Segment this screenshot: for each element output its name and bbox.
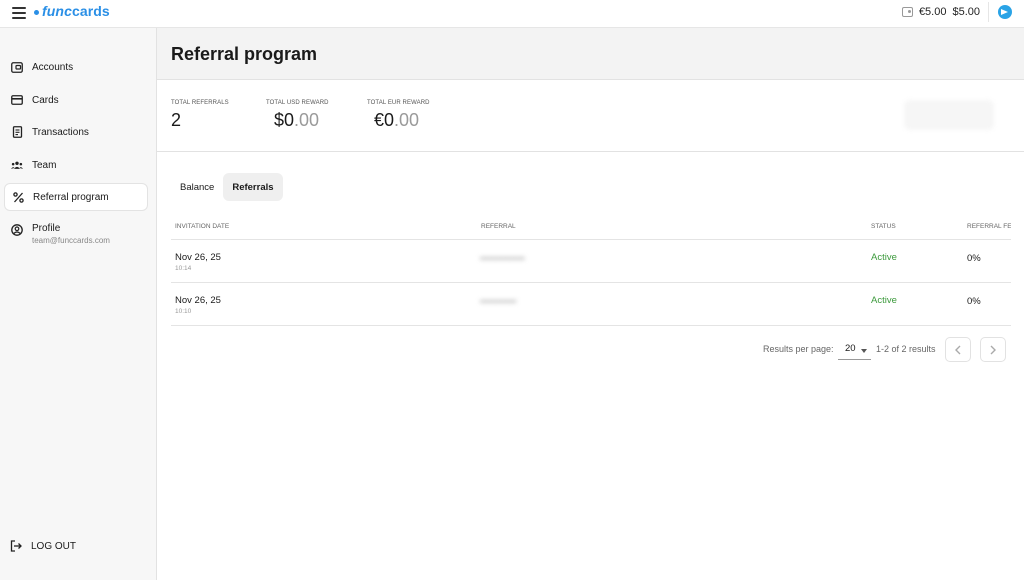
prev-page-button[interactable] — [945, 337, 971, 362]
row-fee: 0% — [967, 296, 981, 307]
table-row: Nov 26, 25 10:14 •••••••••••••••• Active… — [171, 240, 1011, 283]
usd-balance: $5.00 — [952, 6, 980, 18]
column-header-invitation-date: INVITATION DATE — [175, 223, 230, 230]
user-circle-icon — [11, 224, 23, 236]
row-referral: •••••••••••••••• — [480, 254, 525, 263]
stat-total-referrals: TOTAL REFERRALS 2 — [171, 100, 229, 131]
next-page-button[interactable] — [980, 337, 1006, 362]
sidebar-item-label: Transactions — [32, 126, 89, 138]
stat-value-main: $0 — [274, 110, 295, 130]
column-header-referral-fee: REFERRAL FEE — [967, 223, 1011, 230]
logout-icon — [10, 540, 22, 552]
stat-eur-reward: TOTAL EUR REWARD €0.00 — [367, 100, 430, 131]
table-row: Nov 26, 25 10:10 ••••••••••••• Active 0% — [171, 283, 1011, 326]
stat-label: TOTAL EUR REWARD — [367, 100, 430, 106]
logo-func-text: func — [42, 3, 72, 19]
column-header-status: STATUS — [871, 223, 896, 230]
menu-icon[interactable] — [12, 7, 26, 19]
stat-label: TOTAL USD REWARD — [266, 100, 329, 106]
profile-label: Profile — [32, 223, 61, 234]
telegram-icon[interactable] — [998, 5, 1012, 19]
stat-value-decimals: .00 — [394, 110, 420, 130]
row-status: Active — [871, 252, 897, 263]
results-per-page-label: Results per page: — [763, 344, 834, 354]
stat-value: 2 — [171, 110, 182, 130]
sidebar-item-accounts[interactable]: Accounts — [4, 53, 148, 81]
chevron-right-icon — [990, 345, 996, 354]
results-per-page-value: 20 — [845, 343, 856, 354]
row-fee: 0% — [967, 253, 981, 264]
row-time: 10:14 — [175, 265, 192, 272]
logout-button[interactable]: LOG OUT — [10, 540, 76, 552]
profile-email: team@funccards.com — [32, 236, 110, 245]
results-per-page-select[interactable]: 20 — [838, 340, 871, 360]
logo-cards-text: cards — [71, 3, 110, 19]
column-header-referral: REFERRAL — [481, 223, 516, 230]
row-time: 10:10 — [175, 308, 192, 315]
stat-value-main: €0 — [374, 110, 395, 130]
stat-value-decimals: .00 — [294, 110, 320, 130]
team-icon — [11, 159, 23, 171]
row-status: Active — [871, 295, 897, 306]
page-header: Referral program — [157, 28, 1024, 80]
stats-panel: TOTAL REFERRALS 2 TOTAL USD REWARD $0.00… — [157, 81, 1024, 152]
percent-icon — [12, 191, 24, 203]
stat-value: $0.00 — [266, 110, 329, 131]
top-bar: funccards €5.00 $5.00 — [0, 0, 1024, 28]
sidebar-item-cards[interactable]: Cards — [4, 86, 148, 114]
wallet-icon — [901, 7, 913, 17]
caret-down-icon — [861, 349, 867, 353]
tab-balance[interactable]: Balance — [171, 173, 223, 201]
sidebar-item-profile[interactable]: Profile team@funccards.com — [4, 223, 148, 245]
blurred-action-button[interactable] — [904, 100, 994, 130]
stat-value: €0.00 — [367, 110, 430, 131]
eur-balance: €5.00 — [918, 6, 947, 18]
sidebar-item-transactions[interactable]: Transactions — [4, 118, 148, 146]
sidebar-item-label: Referral program — [33, 191, 109, 203]
sidebar-item-team[interactable]: Team — [4, 151, 148, 179]
logo-dot — [34, 9, 39, 15]
table-header: INVITATION DATE REFERRAL STATUS REFERRAL… — [171, 217, 1011, 240]
results-range: 1-2 of 2 results — [876, 344, 936, 354]
sidebar-item-label: Accounts — [32, 61, 74, 73]
wallet-icon — [11, 61, 23, 73]
logout-label: LOG OUT — [31, 540, 77, 552]
chevron-left-icon — [955, 345, 961, 354]
balances: €5.00 $5.00 — [901, 6, 980, 18]
stat-usd-reward: TOTAL USD REWARD $0.00 — [266, 100, 329, 131]
tab-referrals[interactable]: Referrals — [223, 173, 283, 201]
row-date: Nov 26, 25 — [175, 295, 221, 306]
sidebar-item-label: Team — [32, 159, 57, 171]
row-referral: ••••••••••••• — [480, 297, 517, 306]
row-date: Nov 26, 25 — [175, 252, 221, 263]
receipt-icon — [11, 126, 23, 138]
divider — [988, 2, 989, 22]
sidebar: Accounts Cards Transactions Team Referra… — [0, 28, 157, 580]
tabs: Balance Referrals — [171, 173, 283, 201]
stat-label: TOTAL REFERRALS — [171, 100, 229, 106]
page-title: Referral program — [171, 44, 318, 64]
referrals-table: INVITATION DATE REFERRAL STATUS REFERRAL… — [171, 217, 1011, 326]
card-icon — [11, 94, 23, 106]
pagination: Results per page: 20 1-2 of 2 results — [763, 337, 1013, 363]
sidebar-item-referral-program[interactable]: Referral program — [4, 183, 148, 211]
sidebar-item-label: Cards — [32, 94, 59, 106]
logo[interactable]: funccards — [34, 3, 110, 19]
